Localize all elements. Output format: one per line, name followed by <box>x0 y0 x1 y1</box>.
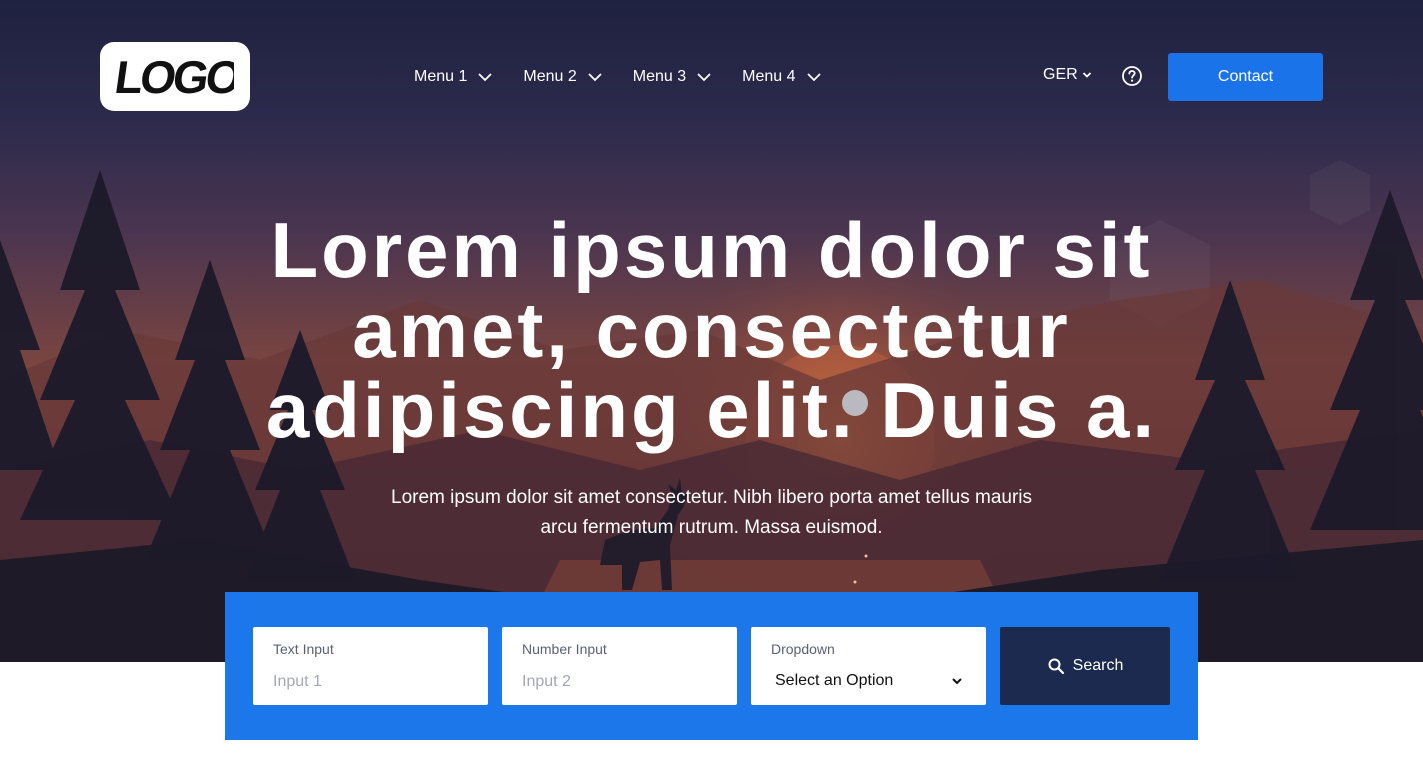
text-input[interactable] <box>273 671 463 693</box>
dropdown-label: Dropdown <box>771 641 835 657</box>
logo-wordmark: LOGO <box>116 51 234 103</box>
main-nav: Menu 1 Menu 2 Menu 3 Menu 4 <box>414 62 852 92</box>
nav-menu-4-label: Menu 4 <box>742 68 796 85</box>
hero-headline: Lorem ipsum dolor sit amet, consectetur … <box>265 206 1158 454</box>
logo[interactable]: LOGO <box>100 42 250 111</box>
site-header: LOGO Menu 1 Menu 2 Menu 3 Menu 4 GER Con… <box>0 0 1423 150</box>
hero-subline: Lorem ipsum dolor sit amet consectetur. … <box>391 487 1032 538</box>
nav-menu-3-label: Menu 3 <box>632 68 687 85</box>
text-input-label: Text Input <box>273 641 334 657</box>
language-selector[interactable]: GER <box>1043 66 1092 84</box>
search-button[interactable]: Search <box>1000 627 1170 705</box>
search-icon <box>1048 658 1064 675</box>
chevron-down-icon <box>952 678 962 685</box>
nav-menu-1-label: Menu 1 <box>414 68 468 85</box>
dropdown-selected-value: Select an Option <box>775 672 894 689</box>
chevron-down-icon <box>697 73 711 82</box>
nav-menu-4[interactable]: Menu 4 <box>742 62 821 92</box>
number-input[interactable] <box>522 671 712 693</box>
nav-menu-3[interactable]: Menu 3 <box>633 62 712 92</box>
chevron-down-icon <box>478 73 493 82</box>
nav-menu-1[interactable]: Menu 1 <box>414 62 493 92</box>
number-input-field: Number Input <box>502 627 737 705</box>
search-panel: Text Input Number Input Dropdown Select … <box>225 592 1198 740</box>
svg-text:LOGO: LOGO <box>116 51 234 103</box>
language-label: GER <box>1043 66 1078 83</box>
nav-menu-2[interactable]: Menu 2 <box>523 62 602 92</box>
chevron-down-icon <box>1082 72 1091 78</box>
chevron-down-icon <box>806 73 821 82</box>
help-circle-icon[interactable] <box>1121 65 1143 87</box>
contact-button[interactable]: Contact <box>1168 53 1323 101</box>
dropdown-field[interactable]: Dropdown Select an Option <box>751 627 986 705</box>
hero-section: LOGO Menu 1 Menu 2 Menu 3 Menu 4 GER Con… <box>0 0 1423 662</box>
search-button-label: Search <box>1072 657 1124 674</box>
number-input-label: Number Input <box>522 641 607 657</box>
chevron-down-icon <box>588 73 602 82</box>
nav-menu-2-label: Menu 2 <box>523 68 577 85</box>
text-input-field: Text Input <box>253 627 488 705</box>
